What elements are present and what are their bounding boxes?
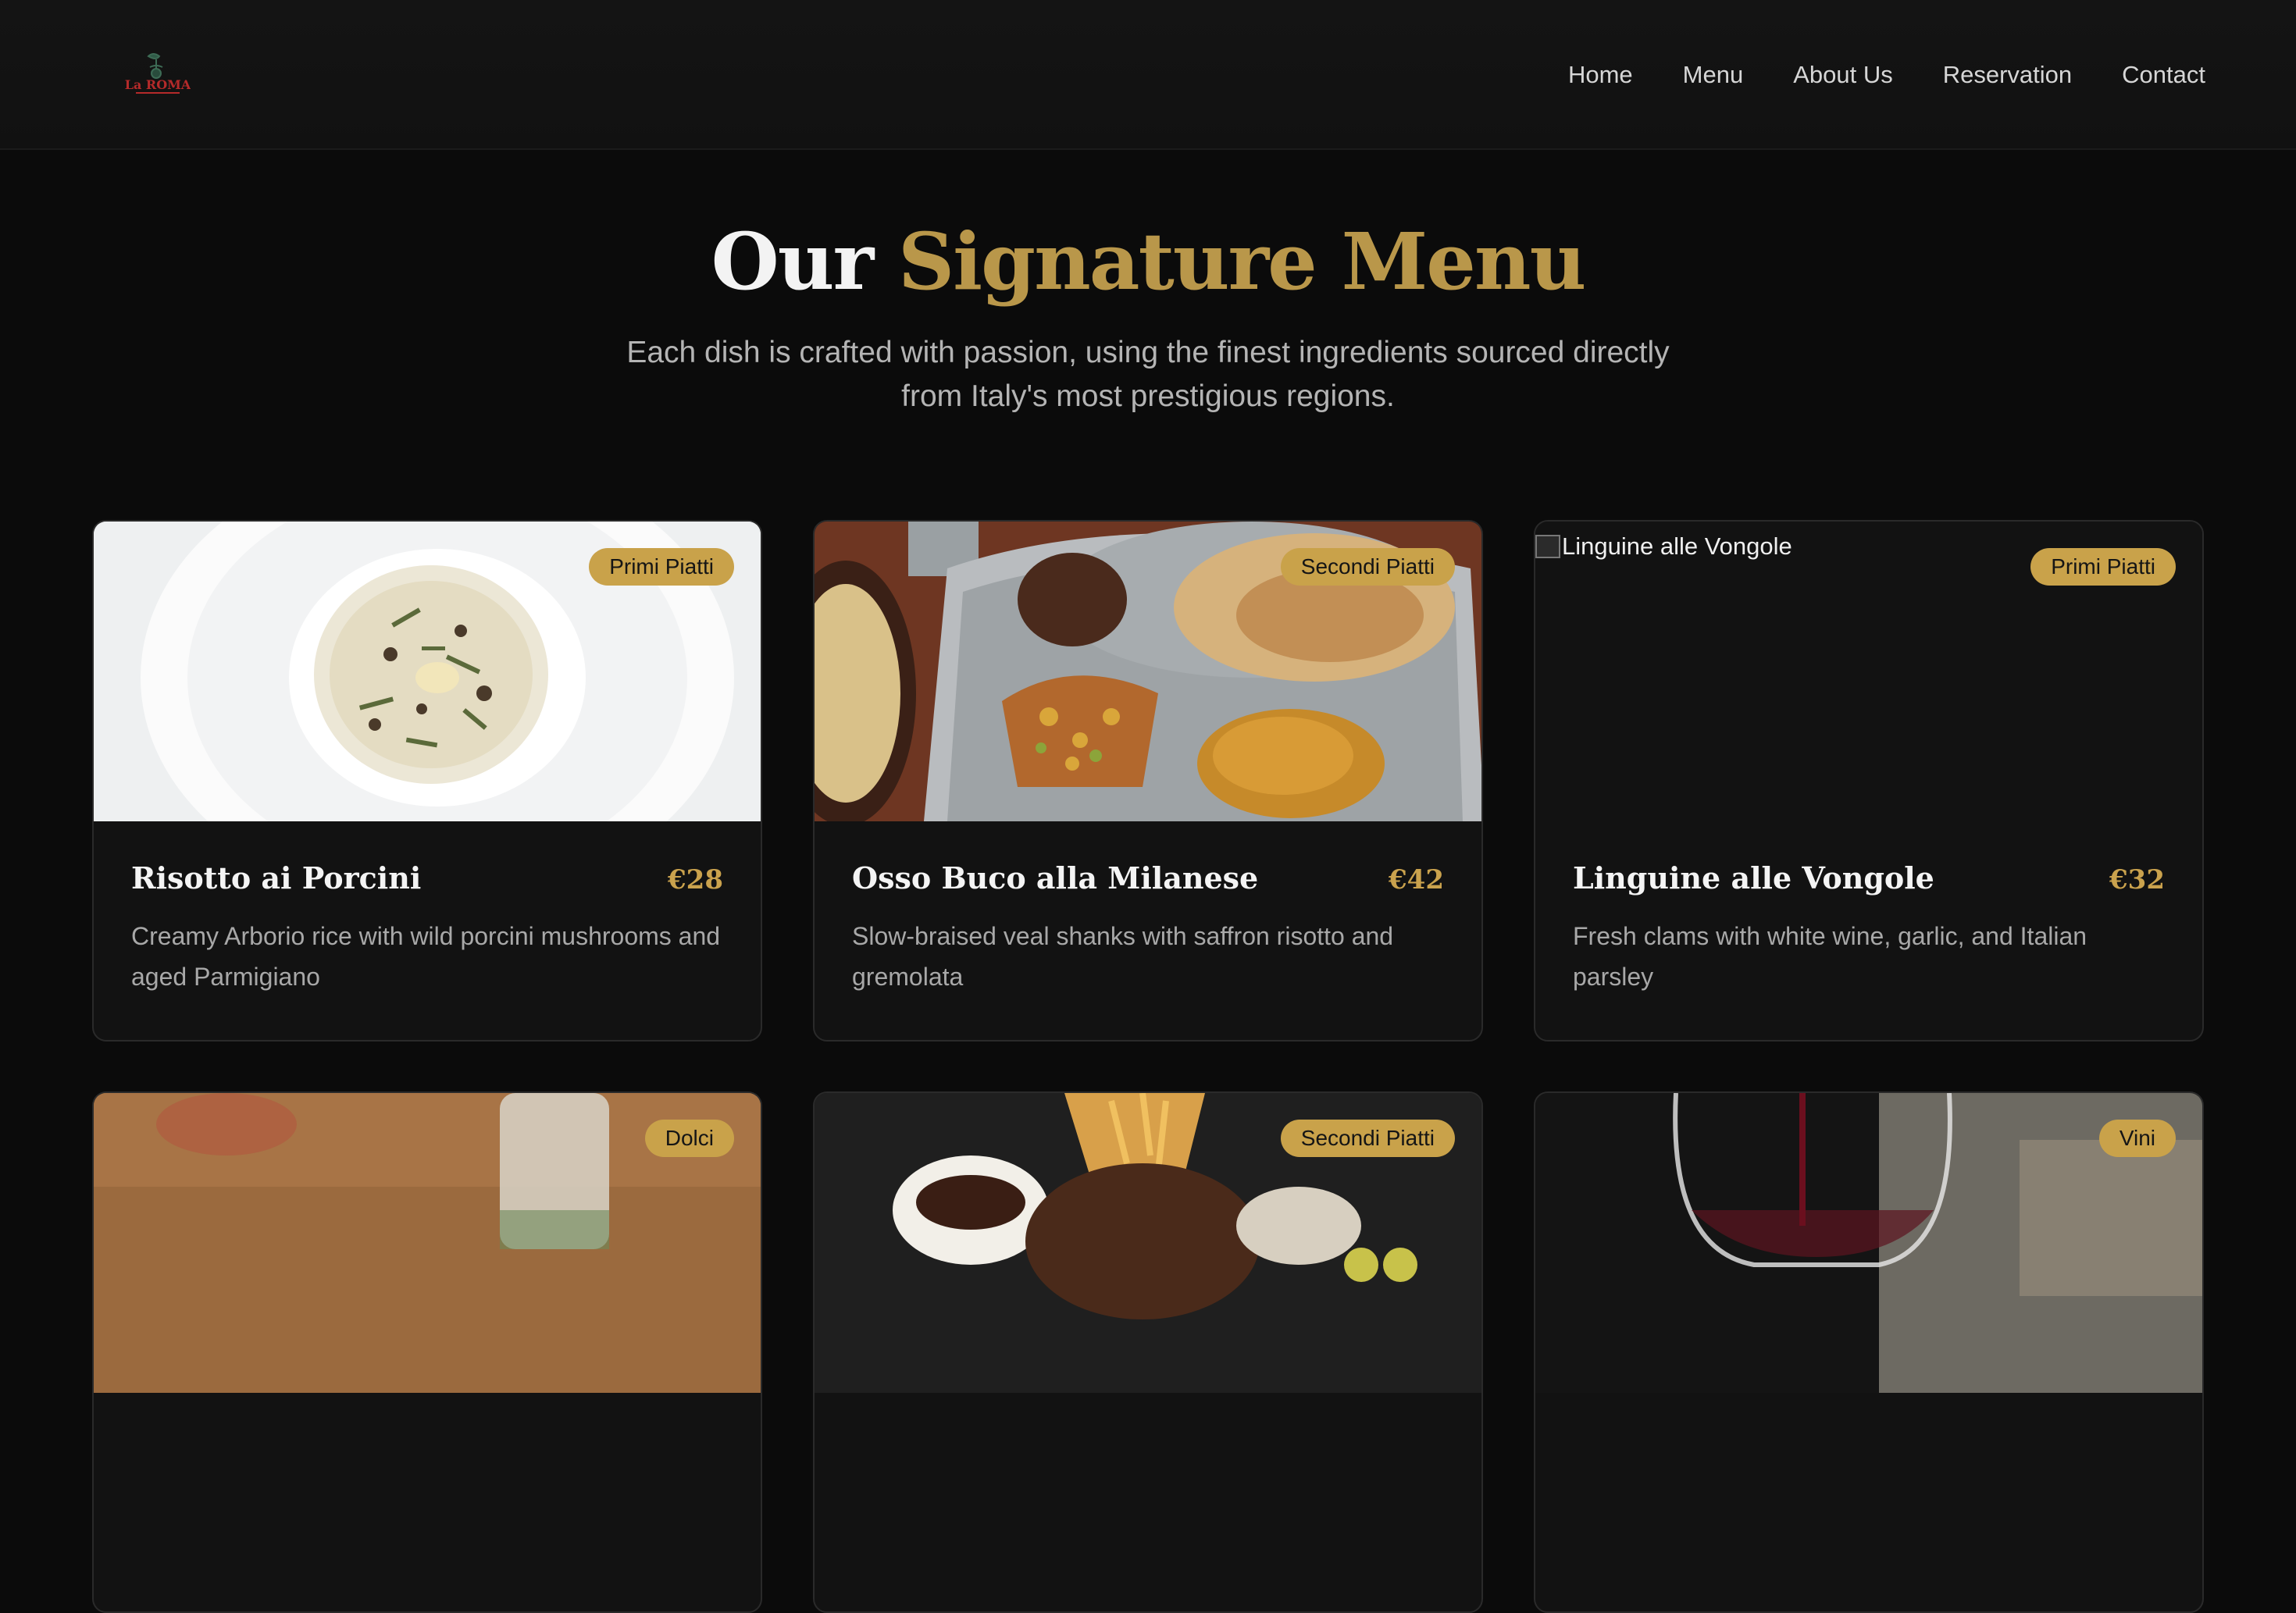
image-alt-text: Linguine alle Vongole	[1535, 532, 1792, 561]
title-plain: Our	[711, 215, 874, 308]
logo-text: La ROMA	[125, 77, 191, 92]
dish-price: €32	[2109, 864, 2165, 896]
broken-image-icon	[1535, 535, 1560, 558]
dish-name: Risotto ai Porcini	[131, 860, 422, 896]
dish-image: Secondi Piatti	[815, 1093, 1481, 1393]
menu-section-subtitle: Each dish is crafted with passion, using…	[626, 336, 1670, 413]
dish-image: Vini	[1535, 1093, 2202, 1393]
menu-card-risotto[interactable]: Primi Piatti Risotto ai Porcini €28 Crea…	[92, 520, 762, 1042]
menu-card-linguine[interactable]: Linguine alle Vongole Primi Piatti Lingu…	[1534, 520, 2204, 1042]
menu-card-vini[interactable]: Vini	[1534, 1091, 2204, 1613]
category-badge: Primi Piatti	[589, 548, 734, 586]
category-badge: Secondi Piatti	[1280, 548, 1455, 586]
dish-image: Secondi Piatti	[815, 522, 1481, 821]
card-body: Osso Buco alla Milanese €42 Slow-braised…	[852, 860, 1444, 997]
top-navbar: La ROMA Home Menu About Us Reservation C…	[0, 0, 2296, 150]
nav-contact[interactable]: Contact	[2122, 61, 2205, 89]
dish-description: Slow-braised veal shanks with saffron ri…	[852, 922, 1394, 991]
title-accent: Signature Menu	[897, 215, 1586, 308]
dish-description: Creamy Arborio rice with wild porcini mu…	[131, 922, 721, 991]
dish-image-broken: Linguine alle Vongole Primi Piatti	[1535, 522, 2202, 821]
alt-label: Linguine alle Vongole	[1562, 532, 1792, 560]
dish-price: €42	[1389, 864, 1444, 896]
dish-description: Fresh clams with white wine, garlic, and…	[1573, 922, 2087, 991]
card-body: Linguine alle Vongole €32 Fresh clams wi…	[1573, 860, 2165, 997]
dish-price: €28	[668, 864, 723, 896]
menu-card-dolci[interactable]: Dolci	[92, 1091, 762, 1613]
nav-home[interactable]: Home	[1568, 61, 1633, 89]
main-nav: Home Menu About Us Reservation Contact	[1568, 0, 2205, 150]
menu-card-secondi[interactable]: Secondi Piatti	[813, 1091, 1483, 1613]
dish-image: Dolci	[94, 1093, 761, 1393]
nav-reservation[interactable]: Reservation	[1943, 61, 2072, 89]
category-badge: Dolci	[644, 1120, 734, 1157]
nav-menu[interactable]: Menu	[1683, 61, 1744, 89]
nav-about-us[interactable]: About Us	[1793, 61, 1893, 89]
category-badge: Vini	[2098, 1120, 2176, 1157]
dish-name: Linguine alle Vongole	[1573, 860, 1934, 896]
menu-section-title: Our Signature Menu	[0, 211, 2296, 312]
category-badge: Primi Piatti	[2030, 548, 2176, 586]
restaurant-logo[interactable]: La ROMA	[125, 50, 191, 100]
category-badge: Secondi Piatti	[1280, 1120, 1455, 1157]
card-body: Risotto ai Porcini €28 Creamy Arborio ri…	[131, 860, 723, 997]
menu-card-osso-buco[interactable]: Secondi Piatti Osso Buco alla Milanese €…	[813, 520, 1483, 1042]
dish-name: Osso Buco alla Milanese	[852, 860, 1259, 896]
dish-image: Primi Piatti	[94, 522, 761, 821]
